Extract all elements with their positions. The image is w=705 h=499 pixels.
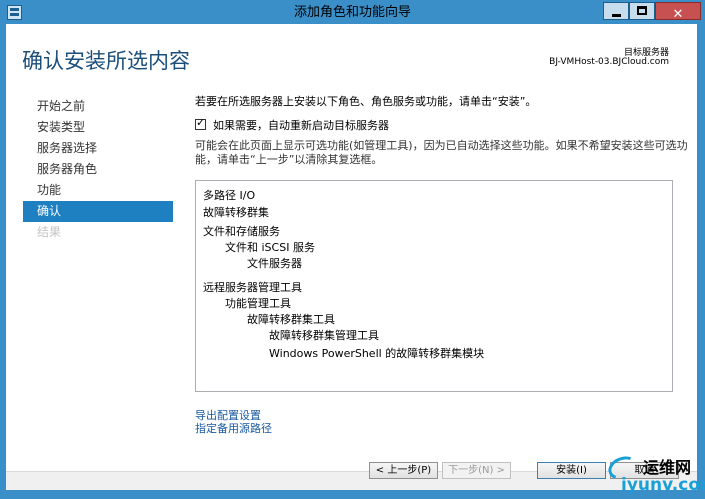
list-item: 故障转移群集 [203, 206, 269, 219]
nav-item-confirmation[interactable]: 确认 [23, 201, 173, 222]
restart-option[interactable]: ✓ 如果需要，自动重新启动目标服务器 [195, 116, 389, 133]
watermark-line-2: iyunv.com [621, 475, 705, 495]
alternate-source-link[interactable]: 指定备用源路径 [195, 422, 272, 435]
export-config-link[interactable]: 导出配置设置 [195, 409, 272, 422]
minimize-button[interactable] [603, 2, 629, 20]
page-title: 确认安装所选内容 [22, 49, 190, 73]
nav-item-features[interactable]: 功能 [23, 180, 173, 201]
maximize-button[interactable] [629, 2, 655, 20]
maximize-icon [637, 6, 647, 15]
install-button[interactable]: 安装(I) [537, 462, 606, 479]
list-item: 远程服务器管理工具 [203, 281, 302, 294]
restart-checkbox[interactable]: ✓ [195, 116, 206, 130]
note-line-1: 可能会在此页面上显示可选功能(如管理工具)，因为已自动选择这些功能。如果不希望安… [195, 139, 688, 152]
list-item: 故障转移群集管理工具 [269, 329, 379, 342]
nav-item-installation-type[interactable]: 安装类型 [23, 117, 173, 138]
next-button: 下一步(N) > [442, 462, 511, 479]
list-item: 文件服务器 [247, 257, 302, 270]
list-item: 功能管理工具 [225, 297, 291, 310]
nav-item-server-selection[interactable]: 服务器选择 [23, 138, 173, 159]
nav-item-server-roles[interactable]: 服务器角色 [23, 159, 173, 180]
window-title: 添加角色和功能向导 [293, 5, 411, 20]
nav-item-results: 结果 [37, 225, 62, 239]
close-icon: ✕ [672, 7, 684, 22]
list-item: 多路径 I/O [203, 189, 256, 202]
site-watermark: 运维网 iyunv.com [605, 451, 705, 497]
list-item: 故障转移群集工具 [247, 313, 335, 326]
link-area: 导出配置设置 指定备用源路径 [195, 409, 272, 435]
restart-checkbox-label: 如果需要，自动重新启动目标服务器 [213, 119, 389, 132]
selections-list[interactable]: 多路径 I/O 故障转移群集 文件和存储服务 文件和 iSCSI 服务 文件服务… [195, 180, 673, 392]
previous-button[interactable]: < 上一步(P) [369, 462, 438, 479]
list-item: 文件和存储服务 [203, 225, 280, 238]
checkmark-icon: ✓ [196, 116, 206, 129]
list-item: Windows PowerShell 的故障转移群集模块 [269, 347, 485, 360]
title-bar[interactable]: 添加角色和功能向导 ✕ [1, 1, 704, 25]
note-line-2: 能，请单击“上一步”以清除其复选框。 [195, 153, 383, 166]
wizard-nav: 开始之前 安装类型 服务器选择 服务器角色 功能 确认 结果 [23, 96, 173, 243]
target-server-value: BJ-VMHost-03.BJCloud.com [549, 57, 669, 67]
wizard-client-area: 确认安装所选内容 目标服务器 BJ-VMHost-03.BJCloud.com … [6, 24, 697, 490]
optional-features-note: 可能会在此页面上显示可选功能(如管理工具)，因为已自动选择这些功能。如果不希望安… [195, 139, 688, 167]
nav-item-before-you-begin[interactable]: 开始之前 [23, 96, 173, 117]
intro-text: 若要在所选服务器上安装以下角色、角色服务或功能，请单击“安装”。 [195, 95, 537, 108]
close-button[interactable]: ✕ [655, 2, 701, 22]
list-item: 文件和 iSCSI 服务 [225, 241, 315, 254]
minimize-icon [612, 14, 621, 17]
